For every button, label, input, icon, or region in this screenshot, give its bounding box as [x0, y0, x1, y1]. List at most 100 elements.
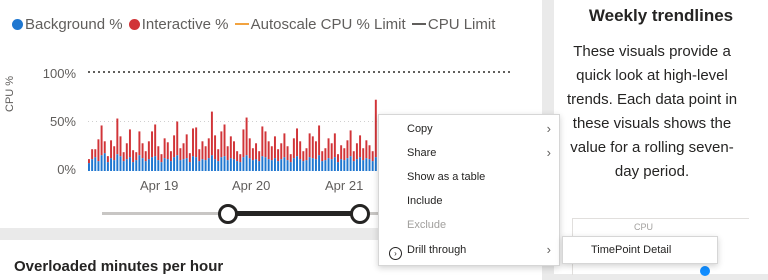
bar-interactive[interactable] — [362, 148, 365, 161]
bar-interactive[interactable] — [327, 138, 330, 159]
bar-interactive[interactable] — [103, 141, 106, 154]
bar-background[interactable] — [365, 158, 368, 171]
bar-interactive[interactable] — [374, 99, 377, 158]
bar-interactive[interactable] — [311, 136, 314, 159]
bar-background[interactable] — [352, 161, 355, 171]
bar-background[interactable] — [333, 157, 336, 171]
bar-background[interactable] — [113, 160, 116, 171]
bar-interactive[interactable] — [229, 136, 232, 159]
bar-background[interactable] — [173, 157, 176, 171]
bar-background[interactable] — [132, 162, 135, 171]
bar-interactive[interactable] — [371, 151, 374, 162]
bar-interactive[interactable] — [223, 124, 226, 157]
bar-interactive[interactable] — [97, 139, 100, 162]
bar-interactive[interactable] — [359, 135, 362, 158]
bar-interactive[interactable] — [141, 143, 144, 159]
bar-interactive[interactable] — [160, 154, 163, 163]
bar-background[interactable] — [201, 159, 204, 171]
bar-interactive[interactable] — [273, 136, 276, 159]
bar-interactive[interactable] — [292, 138, 295, 159]
trendline-data-point[interactable] — [700, 266, 710, 276]
bar-interactive[interactable] — [106, 156, 109, 163]
bar-interactive[interactable] — [220, 131, 223, 158]
bar-background[interactable] — [166, 159, 169, 171]
bar-interactive[interactable] — [198, 149, 201, 162]
bar-interactive[interactable] — [207, 138, 210, 159]
bar-background[interactable] — [176, 155, 179, 171]
bar-background[interactable] — [349, 156, 352, 171]
bar-interactive[interactable] — [245, 117, 248, 156]
bar-background[interactable] — [267, 159, 270, 171]
bar-interactive[interactable] — [239, 154, 242, 163]
bar-background[interactable] — [343, 160, 346, 171]
bar-background[interactable] — [210, 155, 213, 171]
bar-background[interactable] — [264, 157, 267, 171]
bar-interactive[interactable] — [214, 135, 217, 160]
bar-interactive[interactable] — [305, 148, 308, 161]
bar-background[interactable] — [135, 160, 138, 171]
bar-background[interactable] — [223, 156, 226, 171]
bar-background[interactable] — [138, 155, 141, 171]
bar-background[interactable] — [97, 161, 100, 171]
bar-interactive[interactable] — [314, 141, 317, 160]
bar-interactive[interactable] — [144, 151, 147, 162]
bar-background[interactable] — [248, 158, 251, 171]
bar-interactive[interactable] — [355, 143, 358, 160]
bar-interactive[interactable] — [277, 149, 280, 162]
bar-interactive[interactable] — [169, 151, 172, 162]
menu-item-include[interactable]: Include — [407, 195, 442, 207]
bar-interactive[interactable] — [236, 151, 239, 162]
bar-background[interactable] — [119, 156, 122, 171]
bar-interactive[interactable] — [122, 152, 125, 162]
bar-interactive[interactable] — [113, 146, 116, 161]
bar-interactive[interactable] — [94, 149, 97, 158]
bar-interactive[interactable] — [151, 131, 153, 158]
bar-background[interactable] — [185, 158, 188, 171]
bar-background[interactable] — [255, 159, 258, 171]
bar-background[interactable] — [141, 158, 144, 171]
bar-background[interactable] — [229, 158, 232, 171]
bar-background[interactable] — [286, 160, 289, 171]
bar-background[interactable] — [217, 161, 220, 171]
bar-background[interactable] — [125, 159, 128, 171]
bar-interactive[interactable] — [210, 111, 213, 156]
bar-background[interactable] — [100, 155, 103, 171]
bar-interactive[interactable] — [270, 146, 273, 161]
bar-background[interactable] — [94, 157, 97, 171]
bar-background[interactable] — [144, 161, 147, 171]
bar-background[interactable] — [368, 159, 371, 171]
bar-interactive[interactable] — [258, 151, 261, 162]
bar-background[interactable] — [289, 162, 292, 171]
bar-interactive[interactable] — [135, 152, 138, 161]
bar-background[interactable] — [305, 160, 308, 171]
bar-interactive[interactable] — [201, 141, 204, 160]
bar-interactive[interactable] — [267, 141, 270, 160]
bar-interactive[interactable] — [251, 148, 254, 161]
bar-background[interactable] — [214, 159, 217, 171]
bar-interactive[interactable] — [352, 151, 355, 162]
bar-background[interactable] — [355, 159, 358, 171]
bar-background[interactable] — [261, 156, 264, 171]
bar-interactive[interactable] — [289, 154, 292, 163]
bar-background[interactable] — [198, 161, 201, 171]
bar-background[interactable] — [160, 162, 163, 171]
bar-interactive[interactable] — [91, 149, 94, 160]
bar-interactive[interactable] — [116, 118, 119, 155]
bar-interactive[interactable] — [248, 138, 251, 159]
bar-interactive[interactable] — [283, 133, 286, 158]
bar-interactive[interactable] — [154, 124, 157, 157]
menu-item-drill-through[interactable]: Drill through — [407, 244, 466, 256]
bar-background[interactable] — [283, 157, 286, 171]
bar-interactive[interactable] — [226, 146, 229, 161]
bar-interactive[interactable] — [182, 143, 185, 160]
bar-interactive[interactable] — [337, 154, 339, 163]
bar-background[interactable] — [91, 159, 94, 171]
bar-background[interactable] — [116, 154, 119, 171]
slider-start-handle[interactable] — [218, 204, 238, 224]
bar-background[interactable] — [110, 158, 113, 171]
bar-background[interactable] — [154, 156, 157, 171]
bar-interactive[interactable] — [255, 143, 258, 160]
bar-background[interactable] — [302, 161, 305, 171]
bar-interactive[interactable] — [185, 134, 188, 159]
bar-background[interactable] — [157, 160, 160, 171]
